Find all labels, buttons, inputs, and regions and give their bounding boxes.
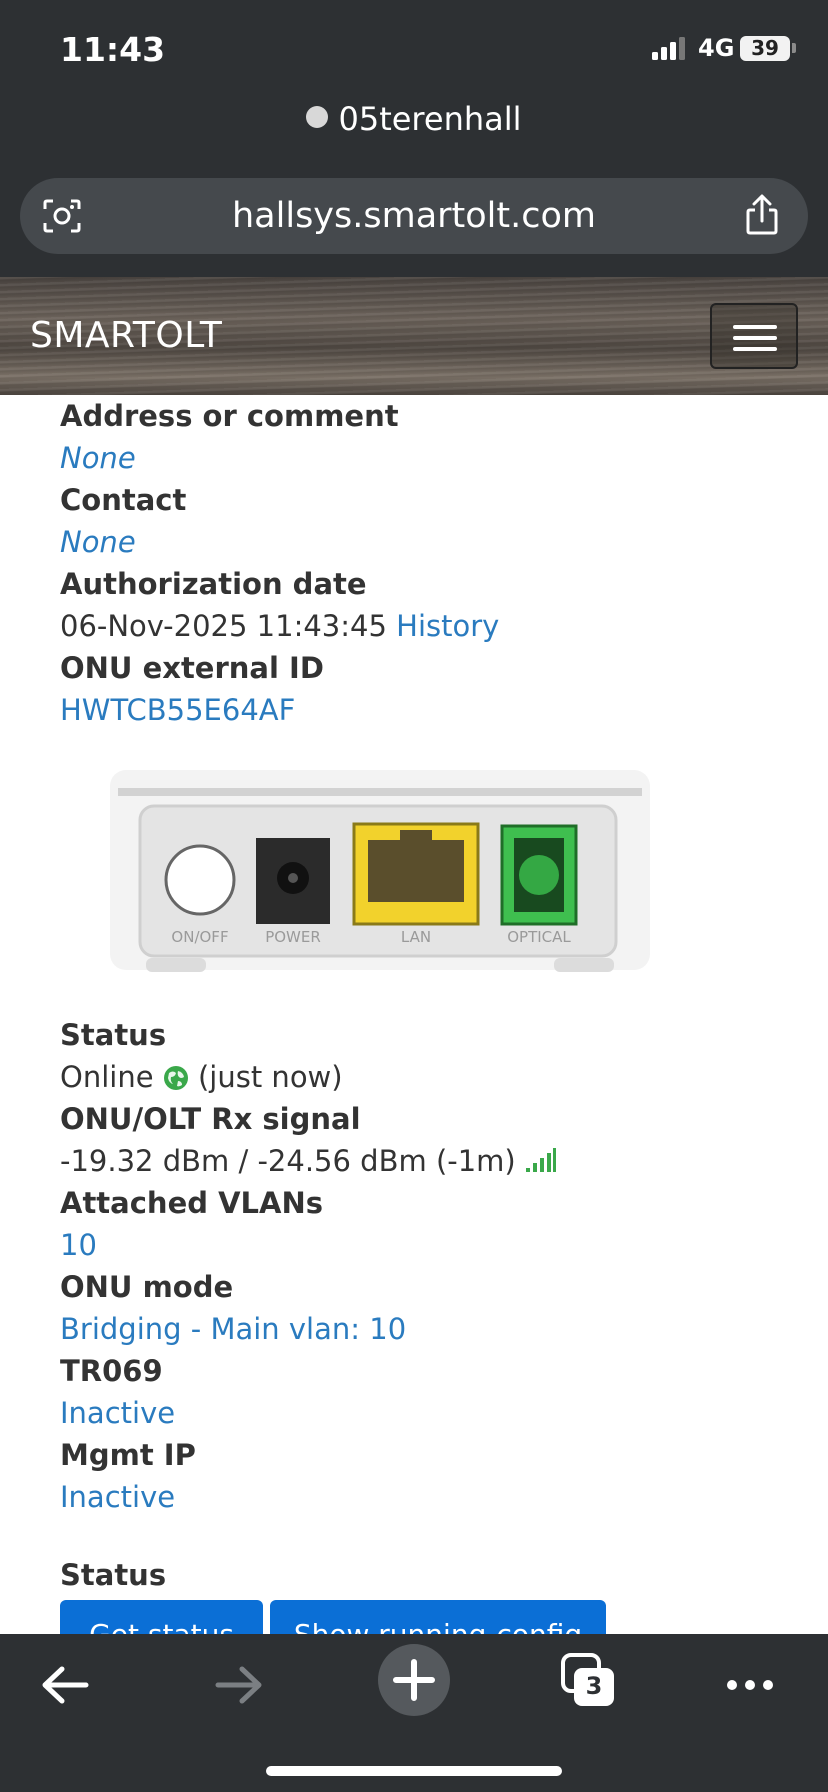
signal-strength-icon [525,1148,556,1172]
status-value: Online [60,1060,154,1094]
address-value-link[interactable]: None [60,437,800,479]
site-brand[interactable]: SMARTOLT [30,315,222,356]
status-time: (just now) [197,1060,343,1094]
authorization-date-label: Authorization date [60,567,367,601]
tabs-button[interactable]: 3 [560,1652,618,1710]
home-indicator[interactable] [266,1766,562,1776]
share-icon[interactable] [742,194,782,236]
onu-device-image: ON/OFF POWER LAN OPTICAL [110,770,650,972]
mgmt-ip-link[interactable]: Inactive [60,1476,800,1518]
rx-signal-label: ONU/OLT Rx signal [60,1102,361,1136]
url-bar[interactable]: hallsys.smartolt.com [20,178,808,254]
battery-level: 39 [751,36,779,60]
forward-arrow-icon[interactable] [214,1664,264,1706]
status-section-title: Status [60,1558,167,1592]
rx-signal-row: -19.32 dBm / -24.56 dBm (-1m) [60,1140,800,1182]
mgmt-ip-label: Mgmt IP [60,1438,196,1472]
new-tab-plus-icon[interactable] [378,1644,450,1716]
menu-toggle-button[interactable] [710,303,798,369]
authorization-date-value: 06-Nov-2025 11:43:45 [60,609,387,643]
tabs-count: 3 [585,1672,603,1700]
back-arrow-icon[interactable] [40,1664,90,1706]
onu-mode-link[interactable]: Bridging - Main vlan: 10 [60,1308,800,1350]
vlans-value-link[interactable]: 10 [60,1224,800,1266]
contact-label: Contact [60,483,187,517]
tab-title[interactable]: 05terenhall [0,100,828,138]
onu-status-block: Status Online (just now) ONU/OLT Rx sign… [60,1014,800,1518]
status-label: Status [60,1018,167,1052]
device-port-label-onoff: ON/OFF [171,928,228,946]
network-type-label: 4G [698,34,735,62]
onu-details: Address or comment None Contact None Aut… [60,395,800,731]
tab-title-text: 05terenhall [338,100,522,138]
onu-mode-label: ONU mode [60,1270,234,1304]
menu-bar-top [733,325,777,329]
battery-icon: 39 [740,36,790,61]
menu-bar-middle [733,336,777,340]
tab-status-dot-icon [306,106,329,128]
device-port-label-power: POWER [265,928,321,946]
authorization-date-row: 06-Nov-2025 11:43:45 History [60,605,800,647]
status-row: Online (just now) [60,1056,800,1098]
phone-screen: 11:43 4G 39 05terenhall hallsys.smartolt… [0,0,828,1792]
address-label: Address or comment [60,399,399,433]
rx-signal-value: -19.32 dBm / -24.56 dBm (-1m) [60,1144,516,1178]
more-options-icon[interactable] [726,1678,774,1692]
status-time: 11:43 [60,30,166,69]
tr069-value-link[interactable]: Inactive [60,1392,800,1434]
vlans-label: Attached VLANs [60,1186,323,1220]
device-port-label-optical: OPTICAL [507,928,571,946]
cellular-signal-icon [652,37,685,60]
external-id-link[interactable]: HWTCB55E64AF [60,689,800,731]
contact-value-link[interactable]: None [60,521,800,563]
globe-online-icon [163,1066,188,1090]
battery-nub [792,43,796,53]
tr069-label: TR069 [60,1354,163,1388]
history-link[interactable]: History [396,609,499,643]
url-text[interactable]: hallsys.smartolt.com [20,178,808,254]
site-header: SMARTOLT [0,277,828,395]
device-port-label-lan: LAN [401,928,431,946]
menu-bar-bottom [733,347,777,351]
browser-top-chrome: 11:43 4G 39 05terenhall hallsys.smartolt… [0,0,828,277]
external-id-label: ONU external ID [60,651,324,685]
